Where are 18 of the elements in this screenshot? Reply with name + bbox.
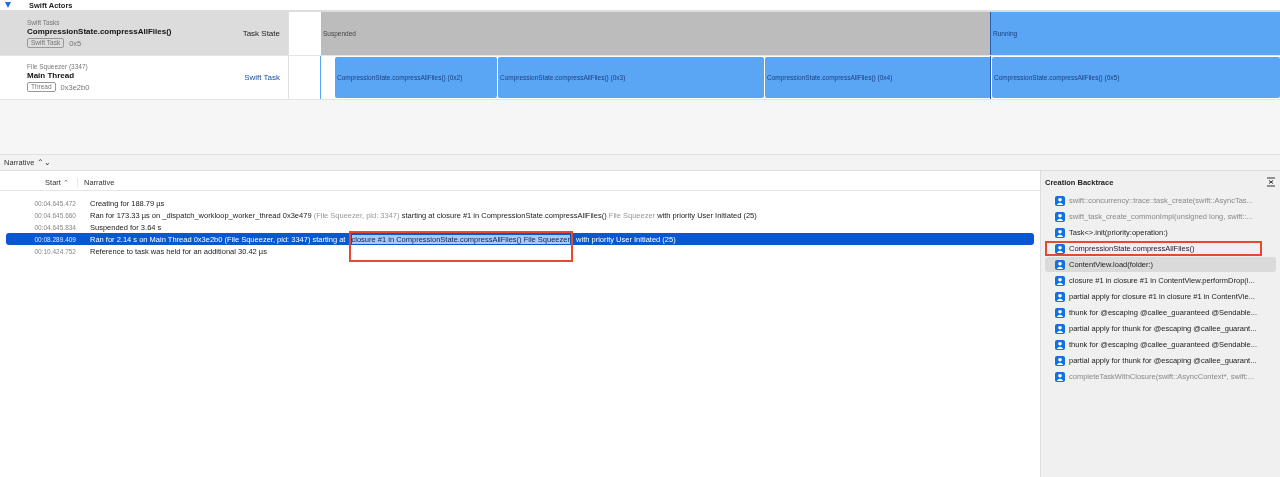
user-icon	[1055, 259, 1065, 270]
user-icon	[1055, 355, 1065, 366]
user-icon	[1055, 323, 1065, 334]
lane-label[interactable]: Swift Task	[244, 73, 280, 82]
user-icon	[1055, 291, 1065, 302]
user-icon	[1055, 339, 1065, 350]
user-icon	[1055, 211, 1065, 222]
user-icon	[1055, 227, 1065, 238]
disclosure-icon[interactable]	[5, 1, 11, 9]
user-icon	[1055, 371, 1065, 382]
user-icon	[1055, 243, 1065, 254]
collapse-icon[interactable]	[1266, 177, 1276, 187]
lane-label[interactable]: Task State	[242, 29, 280, 38]
track-title: CompressionState.compressAllFiles()	[27, 27, 172, 36]
user-icon	[1055, 307, 1065, 318]
track-title: Main Thread	[27, 71, 76, 80]
user-icon	[1055, 275, 1065, 286]
user-icon	[1055, 195, 1065, 206]
